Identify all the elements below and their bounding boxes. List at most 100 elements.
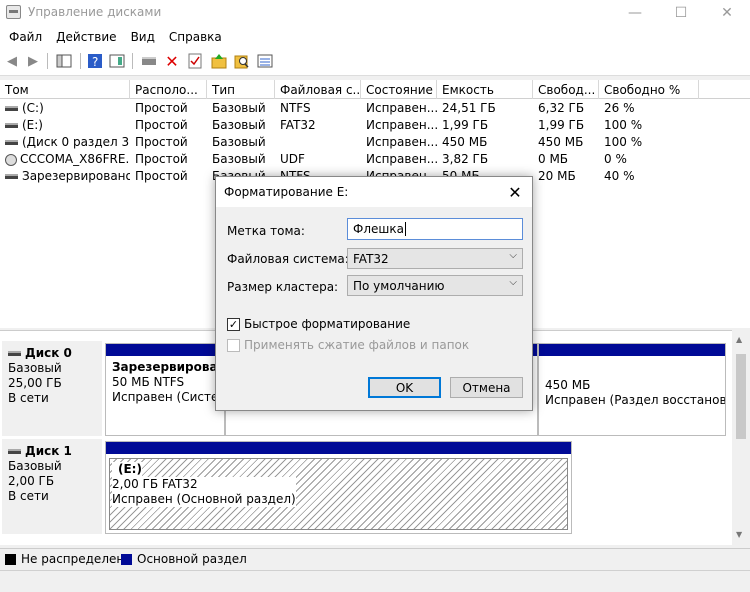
partition-size: 450 МБ — [545, 378, 591, 392]
volume-layout: Простой — [135, 101, 188, 115]
compression-label: Применять сжатие файлов и папок — [244, 338, 470, 352]
volume-name: (Диск 0 раздел 3) — [22, 135, 130, 149]
filesystem-caption: Файловая система: — [227, 252, 349, 266]
volume-type: Базовый — [212, 135, 266, 149]
partition-bar — [106, 442, 571, 454]
volume-capacity: 3,82 ГБ — [442, 152, 489, 166]
cluster-size-value: По умолчанию — [353, 279, 445, 293]
up-folder-icon[interactable] — [210, 52, 228, 70]
column-header-filesystem[interactable]: Файловая с... — [275, 80, 361, 99]
volume-capacity: 450 МБ — [442, 135, 488, 149]
minimize-button[interactable]: — — [612, 0, 658, 26]
menu-view[interactable]: Вид — [124, 26, 162, 48]
partition-recovery[interactable]: 450 МБ Исправен (Раздел восстановлен — [538, 343, 726, 436]
volume-type: Базовый — [212, 101, 266, 115]
partition-e[interactable]: (E:) 2,00 ГБ FAT32 Исправен (Основной ра… — [105, 441, 572, 534]
app-icon — [6, 5, 21, 19]
toolbar: ◀ ▶ ? ✕ — [0, 48, 750, 76]
partition-size: 2,00 ГБ FAT32 — [112, 477, 296, 492]
filesystem-select[interactable]: FAT32 ⌵ — [347, 248, 523, 269]
volume-free-percent: 40 % — [604, 169, 635, 183]
quick-format-label: Быстрое форматирование — [244, 317, 411, 331]
volume-status: Исправен... — [366, 135, 437, 149]
check-icon[interactable] — [186, 52, 204, 70]
column-header-type[interactable]: Тип — [207, 80, 275, 99]
disk-state: В сети — [8, 391, 49, 405]
checkbox-empty-icon — [227, 338, 240, 352]
forward-arrow-icon[interactable]: ▶ — [24, 52, 42, 70]
volume-filesystem: UDF — [280, 152, 305, 166]
close-button[interactable]: ✕ — [704, 0, 750, 26]
table-row[interactable]: (Диск 0 раздел 3) Простой Базовый Исправ… — [0, 134, 750, 151]
volume-status: Исправен... — [366, 152, 437, 166]
disk-size: 2,00 ГБ — [8, 474, 55, 488]
scroll-up-icon[interactable]: ▲ — [736, 335, 742, 344]
toolbar-divider — [80, 53, 81, 69]
volume-free-percent: 100 % — [604, 135, 643, 149]
column-header-layout[interactable]: Располо... — [130, 80, 207, 99]
legend-unallocated-swatch — [5, 553, 16, 565]
cluster-size-select[interactable]: По умолчанию ⌵ — [347, 275, 523, 296]
disk-type: Базовый — [8, 459, 62, 473]
volume-free-space: 6,32 ГБ — [538, 101, 585, 115]
disk-state: В сети — [8, 489, 49, 503]
connect-drive-icon[interactable] — [140, 52, 158, 70]
maximize-button[interactable]: ☐ — [658, 0, 704, 26]
column-header-status[interactable]: Состояние — [361, 80, 437, 99]
volume-type: Базовый — [212, 152, 266, 166]
ok-button[interactable]: OK — [368, 377, 441, 398]
volume-capacity: 24,51 ГБ — [442, 101, 496, 115]
volume-label-input[interactable]: Флешка — [347, 218, 523, 240]
column-header-free-space[interactable]: Свобод... — [533, 80, 599, 99]
volume-layout: Простой — [135, 152, 188, 166]
volume-free-percent: 100 % — [604, 118, 643, 132]
back-arrow-icon[interactable]: ◀ — [3, 52, 21, 70]
chevron-down-icon: ⌵ — [509, 250, 517, 261]
drive-icon — [5, 174, 18, 179]
console-tree-icon[interactable] — [55, 52, 73, 70]
menu-bar: Файл Действие Вид Справка — [0, 26, 750, 48]
graphical-view-scrollbar[interactable]: ▲ ▼ — [732, 330, 750, 545]
toolbar-divider — [132, 53, 133, 69]
dialog-title-bar: Форматирование E: ✕ — [216, 177, 532, 207]
volume-status: Исправен... — [366, 101, 437, 115]
volume-name: CCCOMA_X86FRE... — [20, 152, 130, 166]
search-icon[interactable] — [233, 52, 251, 70]
filesystem-value: FAT32 — [353, 252, 389, 266]
legend-primary-swatch — [121, 553, 132, 565]
properties-icon[interactable] — [108, 52, 126, 70]
delete-icon[interactable]: ✕ — [163, 52, 181, 71]
disk-1-info[interactable]: Диск 1 Базовый 2,00 ГБ В сети — [2, 439, 102, 534]
column-header-capacity[interactable]: Емкость — [437, 80, 533, 99]
column-header-free-percent[interactable]: Свободно % — [599, 80, 699, 99]
dialog-close-icon[interactable]: ✕ — [504, 181, 526, 203]
disk-name: Диск 0 — [25, 346, 72, 360]
scrollbar-thumb[interactable] — [736, 354, 746, 439]
volume-free-space: 0 МБ — [538, 152, 569, 166]
toolbar-divider — [47, 53, 48, 69]
scroll-down-icon[interactable]: ▼ — [736, 530, 742, 539]
table-row[interactable]: (E:) Простой Базовый FAT32 Исправен... 1… — [0, 117, 750, 134]
partition-bar — [539, 344, 725, 356]
column-header-volume[interactable]: Том — [0, 80, 130, 99]
volume-free-space: 20 МБ — [538, 169, 576, 183]
menu-action[interactable]: Действие — [49, 26, 123, 48]
menu-help[interactable]: Справка — [162, 26, 229, 48]
help-icon[interactable]: ? — [86, 52, 104, 70]
volume-type: Базовый — [212, 118, 266, 132]
table-row[interactable]: (C:) Простой Базовый NTFS Исправен... 24… — [0, 100, 750, 117]
disk-0-info[interactable]: Диск 0 Базовый 25,00 ГБ В сети — [2, 341, 102, 436]
list-view-icon[interactable] — [256, 52, 274, 70]
compression-checkbox: Применять сжатие файлов и папок — [227, 338, 469, 352]
quick-format-checkbox[interactable]: ✓ Быстрое форматирование — [227, 317, 410, 331]
volume-free-percent: 0 % — [604, 152, 627, 166]
dialog-title: Форматирование E: — [224, 185, 349, 199]
cancel-button[interactable]: Отмена — [450, 377, 523, 398]
table-row[interactable]: CCCOMA_X86FRE... Простой Базовый UDF Исп… — [0, 151, 750, 168]
partition-reserved[interactable]: Зарезервировано 50 МБ NTFS Исправен (Сис… — [105, 343, 234, 436]
menu-file[interactable]: Файл — [2, 26, 49, 48]
volume-status: Исправен... — [366, 118, 437, 132]
disk-icon — [8, 449, 21, 454]
window-title: Управление дисками — [28, 5, 162, 19]
checkbox-checked-icon: ✓ — [227, 317, 240, 331]
